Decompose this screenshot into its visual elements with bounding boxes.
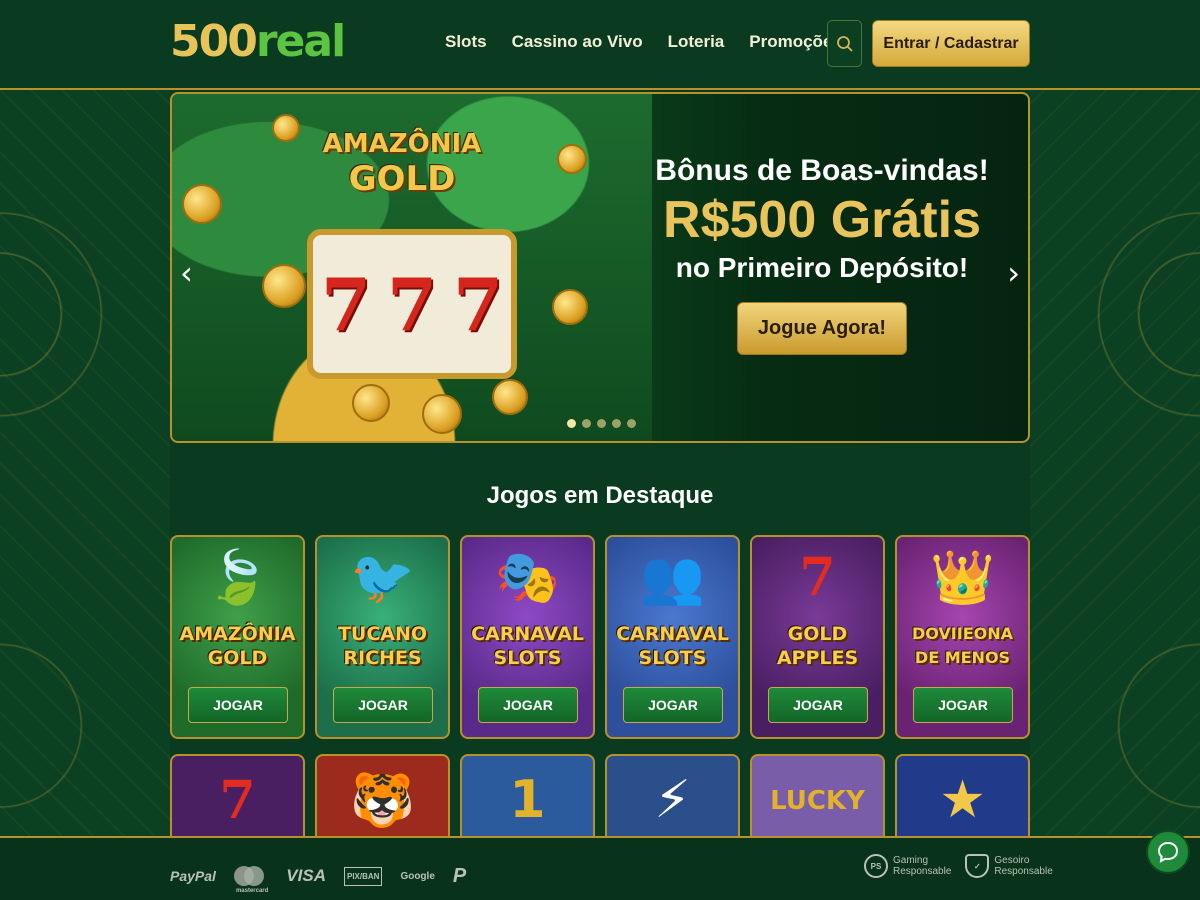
game-card[interactable]: 🐦 TUCANO RICHES JOGAR bbox=[315, 535, 450, 739]
mask-icon: 🎭 bbox=[495, 548, 560, 608]
hero-banner[interactable]: AMAZÔNIA GOLD 7 7 7 Bônus de Boas-vindas… bbox=[170, 92, 1030, 443]
reel-symbol: 7 bbox=[386, 261, 438, 347]
star-icon: ★ bbox=[939, 770, 986, 830]
play-button[interactable]: JOGAR bbox=[913, 687, 1013, 723]
toucan-icon: 🐦 bbox=[350, 548, 415, 608]
payment-methods: PayPal mastercard VISA PIX/BAN Google P bbox=[170, 858, 467, 895]
coin-icon bbox=[422, 394, 462, 434]
game-title: AMAZÔNIA GOLD bbox=[179, 623, 296, 669]
logo-word: real bbox=[255, 16, 346, 67]
reel-symbol: 7 bbox=[452, 261, 504, 347]
game-card[interactable]: 7 GOLD APPLES JOGAR bbox=[750, 535, 885, 739]
hero-slot-title-line1: AMAZÔNIA bbox=[322, 129, 482, 159]
play-button[interactable]: JOGAR bbox=[333, 687, 433, 723]
play-button[interactable]: JOGAR bbox=[623, 687, 723, 723]
lucky-icon: LUCKY bbox=[770, 786, 865, 816]
hero-slot-title: AMAZÔNIA GOLD bbox=[322, 129, 482, 199]
side-decoration-right bbox=[1030, 90, 1200, 838]
game-card[interactable]: 🍃 AMAZÔNIA GOLD JOGAR bbox=[170, 535, 305, 739]
carousel-dot[interactable] bbox=[612, 419, 621, 428]
play-button[interactable]: JOGAR bbox=[478, 687, 578, 723]
site-logo[interactable]: 500real bbox=[170, 16, 346, 67]
pix-logo: PIX/BAN bbox=[343, 866, 383, 886]
chat-icon bbox=[1157, 841, 1179, 863]
carousel-dots bbox=[567, 419, 636, 428]
shield-icon: ✓ bbox=[965, 854, 990, 878]
logo-number: 500 bbox=[170, 16, 258, 67]
game-title: CARNAVAL SLOTS bbox=[471, 623, 584, 669]
chevron-left-icon[interactable]: ‹ bbox=[180, 254, 193, 292]
side-decoration-left bbox=[0, 90, 170, 838]
google-logo: Google bbox=[400, 870, 435, 882]
hero-headline: Bônus de Boas-vindas! bbox=[655, 154, 989, 187]
game-card[interactable]: 👑 DOVIIEONA DE MENOS JOGAR bbox=[895, 535, 1030, 739]
play-button[interactable]: JOGAR bbox=[768, 687, 868, 723]
coin-icon bbox=[352, 384, 390, 422]
hero-slot-title-line2: GOLD bbox=[348, 159, 456, 199]
main-nav: Slots Cassino ao Vivo Loteria Promoções bbox=[445, 32, 842, 52]
paypal-icon: P bbox=[452, 864, 467, 887]
nav-lottery[interactable]: Loteria bbox=[668, 32, 725, 52]
game-card[interactable]: 👥 CARNAVAL SLOTS JOGAR bbox=[605, 535, 740, 739]
slot-reels: 7 7 7 bbox=[307, 229, 517, 379]
hero-text: Bônus de Boas-vindas! R$500 Grátis no Pr… bbox=[642, 154, 1002, 355]
coin-icon bbox=[557, 144, 587, 174]
seven-icon: 7 bbox=[799, 547, 836, 608]
visa-logo: VISA bbox=[286, 866, 326, 885]
site-header: 500real Slots Cassino ao Vivo Loteria Pr… bbox=[0, 0, 1200, 90]
king-icon: 👑 bbox=[930, 548, 995, 608]
paypal-logo: PayPal bbox=[170, 868, 216, 884]
games-grid: 🍃 AMAZÔNIA GOLD JOGAR 🐦 TUCANO RICHES JOGA… bbox=[170, 535, 1030, 739]
leaf-icon: 🍃 bbox=[205, 548, 270, 608]
responsible-gaming: PS Gaming Responsable ✓ Gesoiro Responsabl… bbox=[864, 854, 1053, 878]
nav-slots[interactable]: Slots bbox=[445, 32, 487, 52]
chat-button[interactable] bbox=[1146, 830, 1190, 874]
hero-subline: no Primeiro Depósito! bbox=[675, 252, 969, 283]
game-title: TUCANO RICHES bbox=[337, 623, 428, 669]
one-icon: 1 bbox=[509, 770, 546, 830]
coin-icon bbox=[262, 264, 306, 308]
game-card[interactable]: 🎭 CARNAVAL SLOTS JOGAR bbox=[460, 535, 595, 739]
play-button[interactable]: JOGAR bbox=[188, 687, 288, 723]
zeus-icon: ⚡ bbox=[654, 770, 691, 830]
ps-badge-icon: PS bbox=[864, 854, 888, 878]
carousel-dot[interactable] bbox=[597, 419, 606, 428]
mastercard-label: mastercard bbox=[235, 888, 269, 894]
nav-live-casino[interactable]: Cassino ao Vivo bbox=[512, 32, 643, 52]
coin-icon bbox=[492, 379, 528, 415]
reel-symbol: 7 bbox=[320, 261, 372, 347]
coin-icon bbox=[182, 184, 222, 224]
mastercard-logo bbox=[233, 866, 264, 886]
tiger-icon: 🐯 bbox=[350, 771, 415, 831]
carousel-dot[interactable] bbox=[627, 419, 636, 428]
responsible-gaming-badge[interactable]: PS Gaming Responsable bbox=[864, 854, 951, 878]
site-footer: PayPal mastercard VISA PIX/BAN Google P … bbox=[0, 836, 1200, 900]
game-title: DOVIIEONA DE MENOS bbox=[911, 624, 1014, 667]
game-title: GOLD APPLES bbox=[776, 623, 859, 669]
people-icon: 👥 bbox=[640, 548, 705, 608]
hero-bonus-amount: R$500 Grátis bbox=[663, 191, 981, 249]
search-icon bbox=[836, 35, 853, 52]
section-title: Jogos em Destaque bbox=[486, 482, 714, 509]
carousel-dot[interactable] bbox=[567, 419, 576, 428]
coin-icon bbox=[552, 289, 588, 325]
play-now-button[interactable]: Jogue Agora! bbox=[736, 302, 908, 355]
game-title: CARNAVAL SLOTS bbox=[616, 623, 729, 669]
seven-icon: 7 bbox=[219, 770, 256, 831]
chevron-right-icon[interactable]: › bbox=[1007, 254, 1020, 292]
responsible-gaming-shield[interactable]: ✓ Gesoiro Responsable bbox=[965, 854, 1053, 878]
carousel-dot[interactable] bbox=[582, 419, 591, 428]
search-button[interactable] bbox=[827, 20, 862, 67]
hero-slot-artwork: AMAZÔNIA GOLD 7 7 7 bbox=[172, 94, 652, 441]
login-register-button[interactable]: Entrar / Cadastrar bbox=[872, 20, 1030, 67]
coin-icon bbox=[272, 114, 300, 142]
